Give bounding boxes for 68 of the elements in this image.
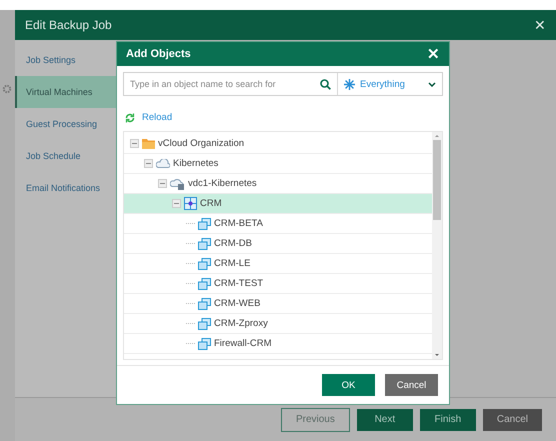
tree-item[interactable]: CRM-DB	[124, 234, 432, 254]
windows-icon	[198, 298, 211, 310]
scroll-up-icon[interactable]	[434, 132, 440, 140]
tree-item-label: vdc1-Kibernetes	[188, 178, 257, 189]
tree-item-label: vCloud Organization	[158, 138, 244, 149]
tree-item[interactable]: CRM-Zproxy	[124, 314, 432, 334]
scrollbar[interactable]	[432, 132, 442, 359]
windows-icon	[198, 318, 211, 330]
tree-item[interactable]: CRM-TEST	[124, 274, 432, 294]
nav-item[interactable]: Job Settings	[15, 44, 117, 76]
windows-icon	[198, 238, 211, 250]
tree-connector-icon	[186, 223, 195, 224]
collapse-icon	[144, 159, 153, 168]
tree-connector-icon	[186, 303, 195, 304]
windows-icon	[198, 278, 211, 290]
cancel-button[interactable]: Cancel	[385, 374, 438, 396]
wizard-button[interactable]: Next	[356, 408, 413, 430]
tree-connector-icon	[186, 243, 195, 244]
filter-dropdown[interactable]: Everything	[338, 73, 442, 95]
search-field[interactable]: Type in an object name to search for	[130, 79, 320, 89]
dialog-title: Add Objects	[126, 48, 191, 60]
tree-connector-icon	[186, 323, 195, 324]
scroll-down-icon[interactable]	[434, 351, 440, 359]
tree-item[interactable]: CRM-LE	[124, 254, 432, 274]
nav-item[interactable]: Job Schedule	[15, 140, 117, 172]
ok-button[interactable]: OK	[322, 374, 375, 396]
windows-icon	[198, 338, 211, 350]
wizard-button[interactable]: Finish	[420, 408, 476, 430]
refresh-icon	[125, 112, 135, 122]
tree-item[interactable]: CRM	[124, 194, 432, 214]
tree-item[interactable]: CRM-BETA	[124, 214, 432, 234]
tree-item-label: Kibernetes	[173, 158, 218, 169]
collapse-icon	[172, 199, 181, 208]
tree-item[interactable]: Firewall-CRM	[124, 334, 432, 354]
gear-icon	[2, 84, 12, 94]
close-button[interactable]: ✕	[427, 45, 440, 63]
windows-icon	[198, 258, 211, 270]
window-title: Edit Backup Job	[25, 18, 112, 32]
tree-item-label: CRM-WEB	[214, 298, 260, 309]
tree-connector-icon	[186, 263, 195, 264]
chevron-down-icon	[428, 82, 436, 86]
collapse-icon	[158, 179, 167, 188]
tree-item-label: CRM	[200, 198, 222, 209]
grid-icon	[184, 197, 197, 210]
windows-icon	[198, 218, 211, 230]
tree-item-label: CRM-TEST	[214, 278, 264, 289]
collapse-icon	[130, 139, 139, 148]
tree-connector-icon	[186, 343, 195, 344]
tree-item-label: CRM-BETA	[214, 218, 263, 229]
wizard-button[interactable]: Cancel	[482, 408, 542, 430]
search-icon	[320, 78, 331, 90]
cloud-server-icon	[170, 178, 185, 190]
tree-item[interactable]: vCloud Organization	[124, 134, 432, 154]
tree-connector-icon	[186, 283, 195, 284]
nav-item[interactable]: Guest Processing	[15, 108, 117, 140]
tree-item[interactable]: CRM-WEB	[124, 294, 432, 314]
cloud-icon	[156, 159, 170, 168]
folder-icon	[142, 138, 155, 149]
reload-link[interactable]: Reload	[125, 112, 443, 123]
nav-item[interactable]: Virtual Machines	[15, 76, 117, 108]
tree-item-label: CRM-LE	[214, 258, 250, 269]
tree-item-label: CRM-Zproxy	[214, 318, 268, 329]
tree-item[interactable]: Kibernetes	[124, 154, 432, 174]
tree-item-label: CRM-DB	[214, 238, 252, 249]
asterisk-icon	[344, 78, 355, 90]
tree-item-label: Firewall-CRM	[214, 338, 272, 349]
close-icon[interactable]: ✕	[534, 17, 546, 33]
nav-item[interactable]: Email Notifications	[15, 172, 117, 204]
